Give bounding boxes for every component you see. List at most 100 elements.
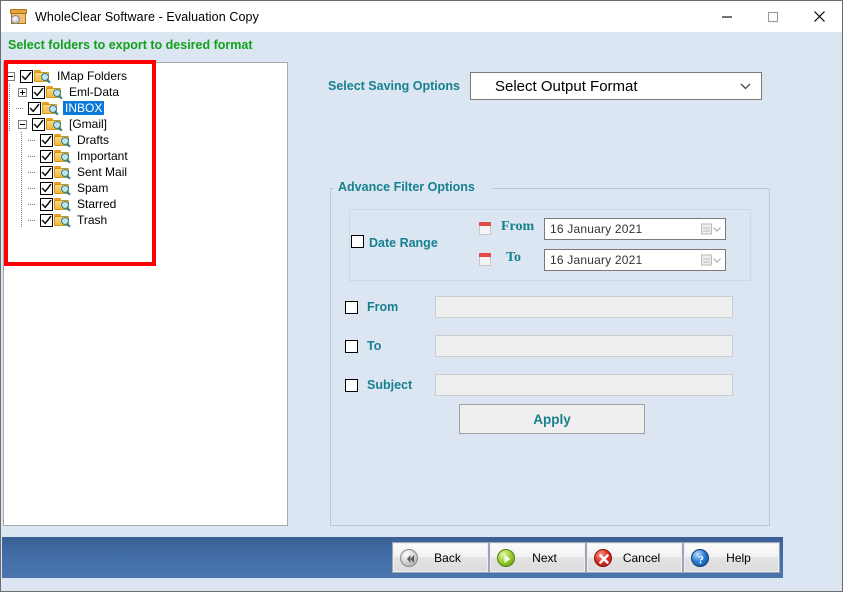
tree-node-checkbox[interactable] bbox=[40, 149, 53, 163]
minimize-icon[interactable] bbox=[704, 1, 750, 32]
window-controls bbox=[704, 1, 842, 32]
date-range-checkbox[interactable] bbox=[351, 235, 364, 248]
cancel-x-icon bbox=[594, 548, 612, 567]
folder-tree-panel[interactable]: IMap Folders Eml-Data INBOX [Gmail] Drafts Im… bbox=[3, 62, 288, 526]
tree-node-important[interactable]: Important bbox=[4, 148, 287, 164]
tree-node-checkbox[interactable] bbox=[20, 69, 33, 83]
output-format-select[interactable]: Select Output Format bbox=[469, 72, 762, 100]
tree-guide bbox=[16, 196, 28, 212]
help-button[interactable]: ? Help bbox=[683, 542, 780, 573]
tree-node-gmail[interactable]: [Gmail] bbox=[4, 116, 287, 132]
folder-icon bbox=[54, 149, 72, 164]
from-checkbox[interactable] bbox=[345, 300, 358, 314]
calendar-dropdown-icon[interactable] bbox=[701, 254, 721, 266]
date-from-picker[interactable]: 16 January 2021 bbox=[544, 218, 726, 240]
tree-guide bbox=[4, 212, 16, 228]
date-to-picker[interactable]: 16 January 2021 bbox=[544, 249, 726, 271]
tree-guide bbox=[4, 164, 16, 180]
subject-label: Subject bbox=[367, 378, 413, 392]
subject-checkbox[interactable] bbox=[345, 378, 358, 392]
tree-guide bbox=[28, 164, 36, 180]
chevron-down-icon bbox=[740, 77, 751, 95]
application-window: WholeClear Software - Evaluation Copy Se… bbox=[0, 0, 843, 592]
tree-guide bbox=[16, 100, 24, 116]
tree-guide bbox=[4, 196, 16, 212]
calendar-dropdown-icon[interactable] bbox=[701, 223, 721, 235]
cancel-button[interactable]: Cancel bbox=[586, 542, 683, 573]
close-icon[interactable] bbox=[796, 1, 842, 32]
tree-guide bbox=[28, 132, 36, 148]
folder-tree[interactable]: IMap Folders Eml-Data INBOX [Gmail] Drafts Im… bbox=[4, 63, 287, 228]
folder-icon bbox=[34, 69, 52, 84]
tree-node-checkbox[interactable] bbox=[40, 165, 53, 179]
date-to-value: 16 January 2021 bbox=[550, 253, 643, 267]
tree-node-eml-data[interactable]: Eml-Data bbox=[4, 84, 287, 100]
tree-node-starred[interactable]: Starred bbox=[4, 196, 287, 212]
tree-guide bbox=[4, 100, 16, 116]
to-checkbox[interactable] bbox=[345, 339, 358, 353]
to-input[interactable] bbox=[435, 335, 733, 357]
tree-node-checkbox[interactable] bbox=[40, 133, 53, 147]
tree-node-label: Drafts bbox=[77, 133, 110, 147]
folder-icon bbox=[54, 165, 72, 180]
tree-guide bbox=[28, 212, 36, 228]
folder-icon bbox=[54, 197, 72, 212]
tree-guide bbox=[28, 148, 36, 164]
tree-node-label: [Gmail] bbox=[69, 117, 108, 131]
tree-node-label: Starred bbox=[77, 197, 117, 211]
tree-guide bbox=[4, 84, 16, 100]
tree-expand-toggle[interactable] bbox=[16, 84, 28, 100]
filter-row-to: To bbox=[345, 334, 750, 358]
next-button[interactable]: Next bbox=[489, 542, 586, 573]
svg-text:?: ? bbox=[698, 552, 704, 566]
archive-box-icon bbox=[10, 8, 27, 25]
output-format-value: Select Output Format bbox=[494, 77, 638, 95]
tree-node-label: Important bbox=[77, 149, 128, 163]
tree-node-checkbox[interactable] bbox=[28, 101, 41, 115]
tree-node-checkbox[interactable] bbox=[32, 117, 45, 131]
tree-guide bbox=[16, 180, 28, 196]
tree-guide bbox=[4, 180, 16, 196]
tree-guide bbox=[16, 212, 28, 228]
tree-node-drafts[interactable]: Drafts bbox=[4, 132, 287, 148]
saving-options-label: Select Saving Options bbox=[328, 79, 460, 93]
tree-collapse-toggle[interactable] bbox=[4, 68, 16, 84]
tree-node-checkbox[interactable] bbox=[40, 213, 53, 227]
subject-input[interactable] bbox=[435, 374, 733, 396]
filter-row-from: From bbox=[345, 295, 750, 319]
footer-button-bar: Back Next Cancel ? Help bbox=[2, 537, 783, 578]
tree-node-checkbox[interactable] bbox=[40, 197, 53, 211]
back-button[interactable]: Back bbox=[392, 542, 489, 573]
maximize-icon[interactable] bbox=[750, 1, 796, 32]
back-button-label: Back bbox=[434, 550, 461, 565]
date-from-value: 16 January 2021 bbox=[550, 222, 643, 236]
tree-node-imap-folders[interactable]: IMap Folders bbox=[4, 68, 287, 84]
folder-icon bbox=[54, 133, 72, 148]
help-button-label: Help bbox=[726, 550, 751, 565]
tree-node-label: Eml-Data bbox=[69, 85, 120, 99]
tree-guide bbox=[16, 148, 28, 164]
tree-guide bbox=[28, 180, 36, 196]
title-bar: WholeClear Software - Evaluation Copy bbox=[1, 1, 842, 32]
folder-icon bbox=[46, 117, 64, 132]
tree-collapse-toggle[interactable] bbox=[16, 116, 28, 132]
tree-node-label: Trash bbox=[77, 213, 108, 227]
folder-icon bbox=[54, 213, 72, 228]
help-question-icon: ? bbox=[691, 548, 709, 567]
from-label: From bbox=[367, 300, 399, 314]
tree-node-sent-mail[interactable]: Sent Mail bbox=[4, 164, 287, 180]
apply-button[interactable]: Apply bbox=[459, 404, 645, 434]
tree-guide bbox=[16, 164, 28, 180]
next-arrow-icon bbox=[497, 548, 515, 567]
tree-node-label: IMap Folders bbox=[57, 69, 128, 83]
tree-node-checkbox[interactable] bbox=[40, 181, 53, 195]
tree-node-inbox[interactable]: INBOX bbox=[4, 100, 287, 116]
tree-node-spam[interactable]: Spam bbox=[4, 180, 287, 196]
filter-row-subject: Subject bbox=[345, 373, 750, 397]
date-range-label: Date Range bbox=[369, 236, 438, 250]
window-title: WholeClear Software - Evaluation Copy bbox=[35, 9, 259, 24]
from-input[interactable] bbox=[435, 296, 733, 318]
tree-node-checkbox[interactable] bbox=[32, 85, 45, 99]
tree-node-trash[interactable]: Trash bbox=[4, 212, 287, 228]
tree-guide bbox=[4, 116, 16, 132]
